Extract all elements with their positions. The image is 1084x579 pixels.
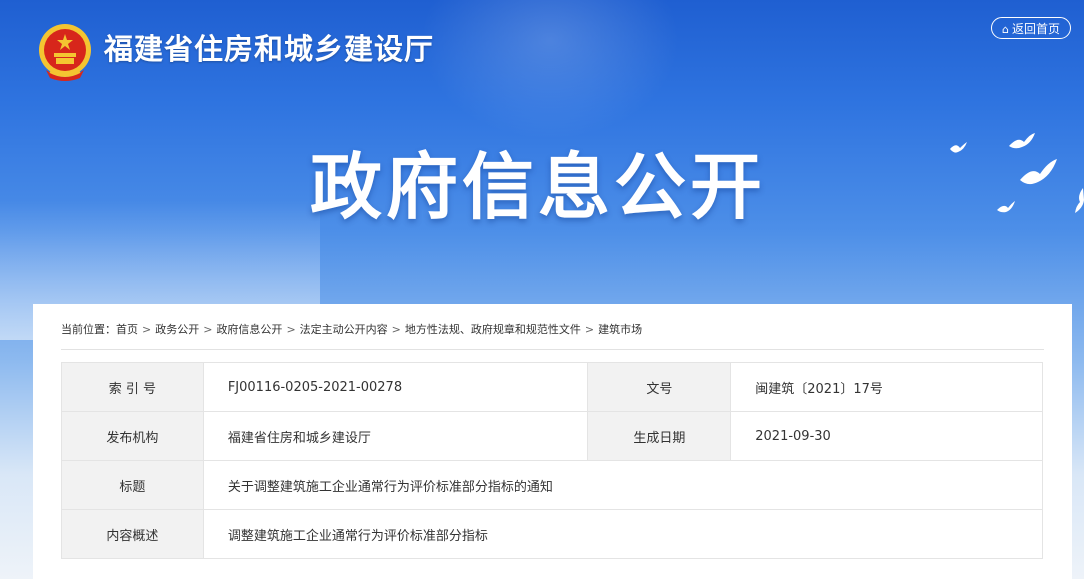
dove-icon [950, 142, 967, 153]
doc-number-value: 闽建筑〔2021〕17号 [730, 362, 1043, 412]
publisher-label: 发布机构 [61, 411, 204, 461]
national-emblem-icon[interactable] [36, 22, 94, 82]
table-row: 标题 关于调整建筑施工企业通常行为评价标准部分指标的通知 [61, 460, 1044, 510]
breadcrumb-construction-market[interactable]: 建筑市场 [598, 323, 642, 336]
breadcrumb-separator: > [286, 323, 296, 336]
home-icon: ⌂ [1002, 23, 1009, 36]
breadcrumb-separator: > [203, 323, 213, 336]
breadcrumb-separator: > [142, 323, 152, 336]
publisher-value: 福建省住房和城乡建设厅 [202, 411, 589, 461]
title-label: 标题 [61, 460, 204, 510]
title-value: 关于调整建筑施工企业通常行为评价标准部分指标的通知 [202, 460, 1044, 510]
index-label: 索 引 号 [61, 362, 204, 412]
info-table: 索 引 号 FJ00116-0205-2021-00278 文号 闽建筑〔202… [61, 362, 1044, 559]
table-row: 索 引 号 FJ00116-0205-2021-00278 文号 闽建筑〔202… [61, 362, 1043, 412]
summary-label: 内容概述 [61, 509, 204, 559]
home-button-label: 返回首页 [1011, 22, 1060, 36]
breadcrumb: 当前位置：首页 > 政务公开 > 政府信息公开 > 法定主动公开内容 > 地方性法规、政府规章和… [61, 321, 1044, 350]
table-row: 发布机构 福建省住房和城乡建设厅 生成日期 2021-09-30 [61, 411, 1043, 461]
breadcrumb-separator: > [391, 323, 401, 336]
site-title[interactable]: 福建省住房和城乡建设厅 [104, 26, 434, 68]
date-label: 生成日期 [587, 411, 732, 461]
dove-icon [1075, 188, 1084, 213]
banner-title: 政府信息公开 [310, 145, 767, 229]
breadcrumb-regulations[interactable]: 地方性法规、政府规章和规范性文件 [405, 323, 581, 336]
breadcrumb-separator: > [584, 323, 595, 336]
header-bar: 福建省住房和城乡建设厅 ⌂ 返回首页 [0, 0, 1084, 90]
breadcrumb-statutory-content[interactable]: 法定主动公开内容 [300, 323, 388, 336]
index-value: FJ00116-0205-2021-00278 [202, 362, 589, 412]
breadcrumb-prefix: 当前位置： [61, 323, 116, 336]
dove-icon [997, 201, 1015, 213]
doc-number-label: 文号 [587, 362, 732, 412]
home-button[interactable]: ⌂ 返回首页 [991, 17, 1071, 39]
breadcrumb-government-affairs[interactable]: 政务公开 [155, 323, 199, 336]
content-panel: 当前位置：首页 > 政务公开 > 政府信息公开 > 法定主动公开内容 > 地方性法规、政府规章和… [33, 304, 1072, 579]
date-value: 2021-09-30 [730, 411, 1043, 461]
breadcrumb-info-disclosure[interactable]: 政府信息公开 [216, 323, 282, 336]
summary-value: 调整建筑施工企业通常行为评价标准部分指标 [202, 509, 1044, 559]
table-row: 内容概述 调整建筑施工企业通常行为评价标准部分指标 [61, 509, 1044, 559]
dove-icon [1020, 159, 1057, 185]
breadcrumb-home[interactable]: 首页 [116, 323, 138, 336]
dove-icon [1009, 133, 1035, 149]
